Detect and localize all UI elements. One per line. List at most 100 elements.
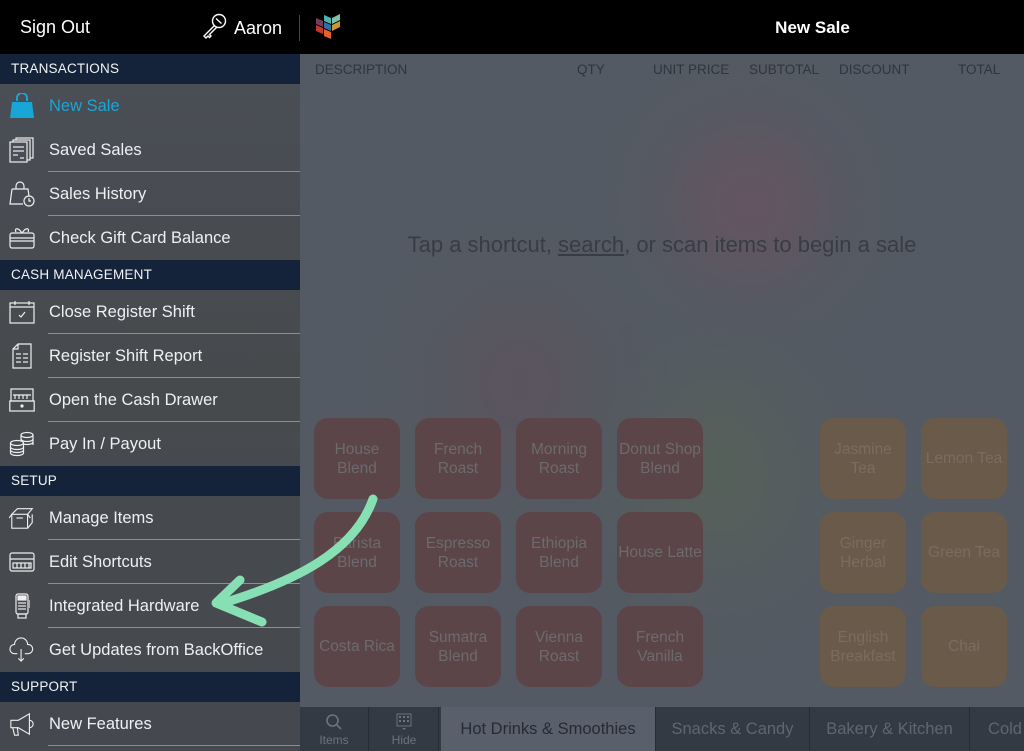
shortcut-tile[interactable]: Costa Rica bbox=[314, 606, 400, 687]
hide-shortcuts-button[interactable]: Hide bbox=[370, 707, 439, 751]
tab-hot-drinks-smoothies[interactable]: Hot Drinks & Smoothies bbox=[441, 707, 656, 751]
sidebar-menu: TRANSACTIONS New Sale Saved Sales Sales … bbox=[0, 54, 300, 751]
shortcut-tile[interactable]: Morning Roast bbox=[516, 418, 602, 499]
sidebar-item-label: Manage Items bbox=[49, 508, 154, 527]
card-terminal-icon bbox=[9, 593, 35, 619]
user-name: Aaron bbox=[234, 17, 283, 38]
section-header-setup: SETUP bbox=[0, 466, 300, 496]
sidebar-item-label: Close Register Shift bbox=[49, 302, 195, 321]
divider bbox=[299, 15, 300, 41]
shortcut-label: Lemon Tea bbox=[925, 450, 1003, 467]
shortcut-label: House Blend bbox=[334, 440, 380, 477]
column-subtotal: SUBTOTAL bbox=[749, 62, 820, 77]
sidebar-item-label: Register Shift Report bbox=[49, 346, 203, 365]
sidebar-item-label: New Features bbox=[49, 714, 152, 733]
sidebar-item-label: Pay In / Payout bbox=[49, 434, 161, 453]
sidebar-item-pay-in-payout[interactable]: Pay In / Payout bbox=[0, 422, 300, 466]
cart-column-headers: DESCRIPTION QTY UNIT PRICE SUBTOTAL DISC… bbox=[300, 54, 1024, 84]
shopping-bag-icon bbox=[9, 93, 35, 119]
search-link[interactable]: search bbox=[558, 232, 624, 257]
cloud-download-icon bbox=[9, 637, 35, 663]
shortcut-tile[interactable]: House Blend bbox=[314, 418, 400, 499]
current-user[interactable]: Aaron bbox=[200, 13, 282, 43]
coins-icon bbox=[9, 431, 35, 457]
sidebar-item-integrated-hardware[interactable]: Integrated Hardware bbox=[0, 584, 300, 628]
sidebar-item-label: Edit Shortcuts bbox=[49, 552, 152, 571]
shortcut-tile[interactable]: Green Tea bbox=[921, 512, 1007, 593]
top-bar: Sign Out Aaron New Sale bbox=[0, 0, 1024, 54]
sidebar-item-label: Sales History bbox=[49, 184, 147, 203]
sidebar-item-check-gift-card-balance[interactable]: Check Gift Card Balance bbox=[0, 216, 300, 260]
shortcut-tile[interactable]: House Latte bbox=[617, 512, 703, 593]
shortcut-tile[interactable]: Espresso Roast bbox=[415, 512, 501, 593]
shortcut-label: Morning Roast bbox=[531, 440, 587, 477]
gift-card-icon bbox=[9, 225, 35, 251]
key-icon bbox=[200, 12, 234, 45]
calendar-check-icon bbox=[9, 299, 35, 325]
search-icon bbox=[326, 714, 342, 730]
shortcut-tile[interactable]: Vienna Roast bbox=[516, 606, 602, 687]
shortcut-label: French Vanilla bbox=[635, 628, 685, 665]
sidebar-item-manage-items[interactable]: Manage Items bbox=[0, 496, 300, 540]
sidebar-item-label: Check Gift Card Balance bbox=[49, 228, 231, 247]
hide-label: Hide bbox=[391, 733, 417, 747]
shortcut-tile[interactable]: Ethiopia Blend bbox=[516, 512, 602, 593]
shortcut-label: English Breakfast bbox=[830, 628, 896, 665]
bag-clock-icon bbox=[9, 181, 35, 207]
sidebar-item-new-sale[interactable]: New Sale bbox=[0, 84, 300, 128]
sidebar-item-sales-history[interactable]: Sales History bbox=[0, 172, 300, 216]
tab-cold[interactable]: Cold bbox=[970, 707, 1024, 751]
shortcut-label: Espresso Roast bbox=[425, 534, 491, 571]
saved-documents-icon bbox=[9, 137, 35, 163]
shortcut-label: Ethiopia Blend bbox=[530, 534, 587, 571]
shortcut-tile[interactable]: Sumatra Blend bbox=[415, 606, 501, 687]
column-description: DESCRIPTION bbox=[315, 62, 408, 77]
megaphone-icon bbox=[9, 711, 35, 737]
empty-message-text: , or scan items to begin a sale bbox=[624, 232, 917, 257]
sale-panel: DESCRIPTION QTY UNIT PRICE SUBTOTAL DISC… bbox=[300, 54, 1024, 751]
sidebar-item-close-register-shift[interactable]: Close Register Shift bbox=[0, 290, 300, 334]
shortcut-tile[interactable]: French Vanilla bbox=[617, 606, 703, 687]
section-header-transactions: TRANSACTIONS bbox=[0, 54, 300, 84]
grid-icon bbox=[396, 713, 412, 730]
column-discount: DISCOUNT bbox=[839, 62, 910, 77]
shortcut-tile[interactable]: English Breakfast bbox=[820, 606, 906, 687]
shortcut-label: Barista Blend bbox=[332, 534, 382, 571]
shortcut-label: French Roast bbox=[433, 440, 483, 477]
tab-bakery-kitchen[interactable]: Bakery & Kitchen bbox=[810, 707, 970, 751]
shortcut-tile[interactable]: Chai bbox=[921, 606, 1007, 687]
page-title: New Sale bbox=[775, 18, 850, 37]
sign-out-button[interactable]: Sign Out bbox=[20, 17, 90, 38]
report-icon bbox=[9, 343, 35, 369]
empty-message-text: Tap a shortcut, bbox=[407, 232, 559, 257]
shortcut-label: Vienna Roast bbox=[535, 628, 583, 665]
shortcut-tile[interactable]: Jasmine Tea bbox=[820, 418, 906, 499]
shortcut-tile[interactable]: Ginger Herbal bbox=[820, 512, 906, 593]
shortcut-label: Chai bbox=[948, 638, 980, 655]
shortcut-label: Donut Shop Blend bbox=[619, 440, 701, 477]
sidebar-item-saved-sales[interactable]: Saved Sales bbox=[0, 128, 300, 172]
sidebar-item-register-shift-report[interactable]: Register Shift Report bbox=[0, 334, 300, 378]
sidebar-item-label: Get Updates from BackOffice bbox=[49, 640, 264, 659]
sidebar-item-edit-shortcuts[interactable]: Edit Shortcuts bbox=[0, 540, 300, 584]
sidebar-item-label: Open the Cash Drawer bbox=[49, 390, 218, 409]
section-header-support: SUPPORT bbox=[0, 672, 300, 702]
shortcut-tile[interactable]: Lemon Tea bbox=[921, 418, 1007, 499]
shortcut-tile[interactable]: Donut Shop Blend bbox=[617, 418, 703, 499]
items-search-button[interactable]: Items bbox=[300, 707, 369, 751]
box-icon bbox=[9, 505, 35, 531]
cash-drawer-icon bbox=[9, 387, 35, 413]
empty-cart-message: Tap a shortcut, search, or scan items to… bbox=[300, 232, 1024, 258]
sidebar-item-new-features[interactable]: New Features bbox=[0, 702, 300, 746]
shortcut-tile[interactable]: Barista Blend bbox=[314, 512, 400, 593]
sidebar-item-label: New Sale bbox=[49, 96, 120, 115]
sidebar-item-open-cash-drawer[interactable]: Open the Cash Drawer bbox=[0, 378, 300, 422]
shortcut-tile[interactable]: French Roast bbox=[415, 418, 501, 499]
sidebar-item-get-updates[interactable]: Get Updates from BackOffice bbox=[0, 628, 300, 672]
items-label: Items bbox=[319, 733, 349, 747]
shortcut-label: Jasmine Tea bbox=[834, 440, 892, 477]
shortcut-label: Sumatra Blend bbox=[428, 628, 488, 665]
tab-snacks-candy[interactable]: Snacks & Candy bbox=[656, 707, 810, 751]
sidebar-item-label: Integrated Hardware bbox=[49, 596, 200, 615]
column-unit-price: UNIT PRICE bbox=[653, 62, 730, 77]
